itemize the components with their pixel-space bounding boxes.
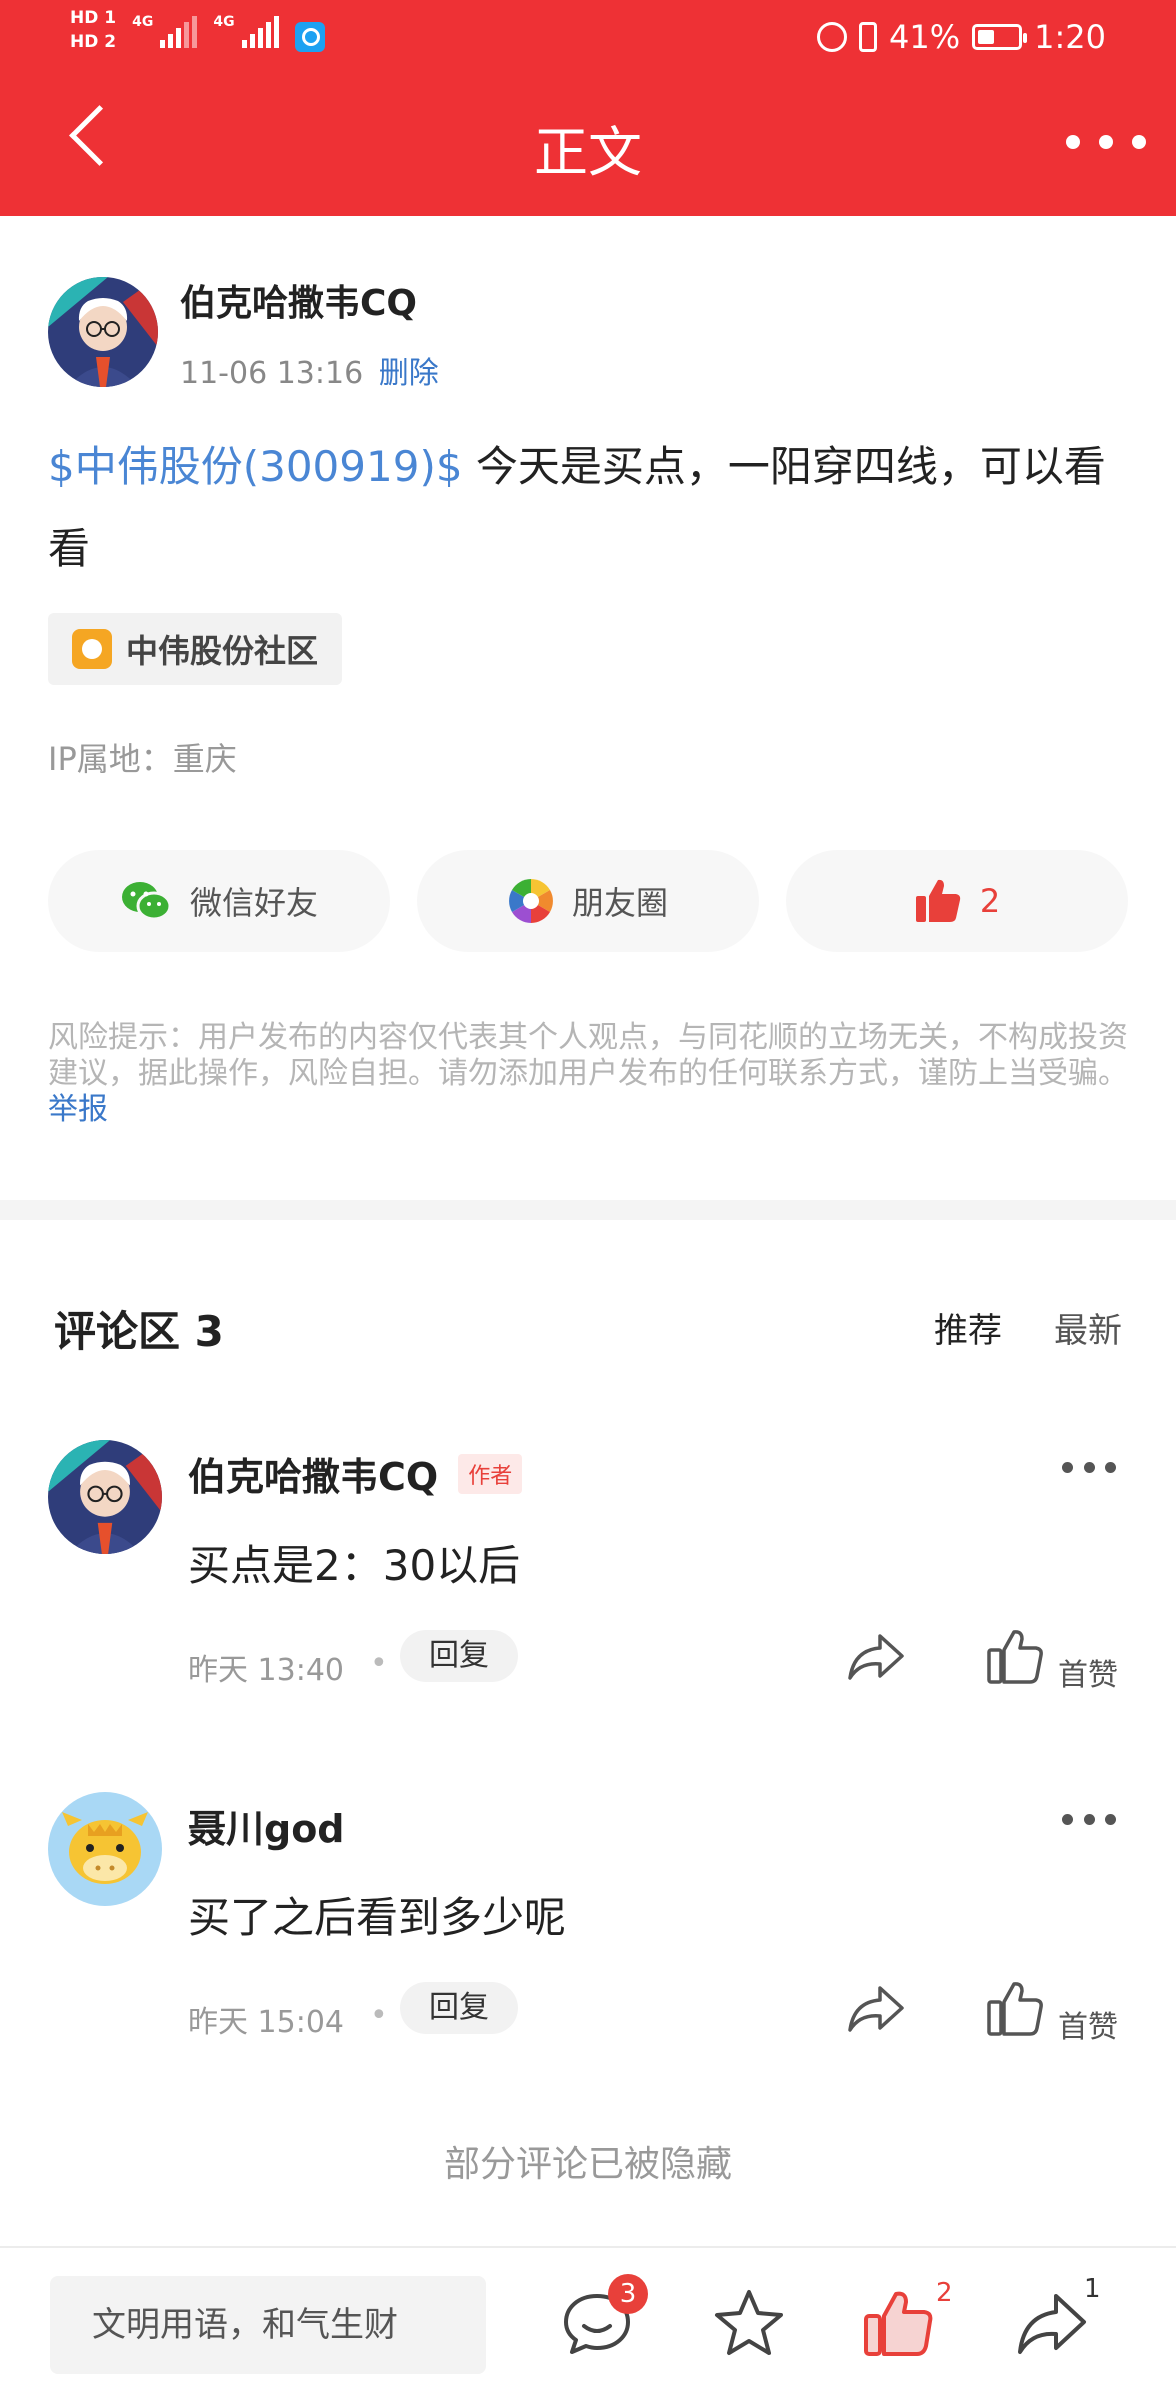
reply-button[interactable]: 回复 [400, 1630, 518, 1682]
comment-like-icon[interactable] [986, 1628, 1044, 1686]
comment-item: 伯克哈撒韦CQ 作者 买点是2：30以后 昨天 13:40 • 回复 首赞 [0, 1440, 1176, 1740]
page-title: 正文 [534, 121, 642, 184]
comment-separator-dot: • [370, 1998, 388, 2033]
comment-share-icon[interactable] [846, 1982, 906, 2036]
share-moments-label: 朋友圈 [571, 884, 668, 922]
post-author-name[interactable]: 伯克哈撒韦CQ [180, 274, 417, 326]
like-thumb-icon[interactable]: 2 [862, 2278, 953, 2360]
comment-like-label[interactable]: 首赞 [1058, 1650, 1118, 1694]
alarm-icon [817, 22, 848, 52]
comment-sort-tabs: 推荐 最新 [934, 1303, 1122, 1352]
search-app-icon [294, 22, 325, 52]
thumbs-up-filled-icon [915, 879, 960, 922]
delete-link[interactable]: 删除 [379, 356, 439, 391]
hd2-label: HD 2 [70, 32, 117, 52]
comment-author-name[interactable]: 聂川god [188, 1798, 345, 1853]
section-divider [0, 1200, 1176, 1220]
signal-1-icon: 4G [132, 14, 198, 48]
share-count: 1 [1084, 2274, 1101, 2304]
ip-location: IP属地：重庆 [48, 740, 237, 778]
status-right: 41% 1:20 [817, 18, 1106, 56]
sort-recommend-tab[interactable]: 推荐 [934, 1303, 1002, 1352]
battery-percent: 41% [889, 18, 961, 56]
community-tag[interactable]: 中伟股份社区 [48, 613, 343, 685]
network-1-label: 4G [132, 14, 154, 30]
comment-like-label[interactable]: 首赞 [1058, 2002, 1118, 2046]
post-like-count: 2 [979, 882, 1001, 920]
share-arrow-icon[interactable]: 1 [1014, 2274, 1101, 2360]
post-like-button[interactable]: 2 [786, 850, 1128, 952]
more-options-icon[interactable] [1066, 120, 1146, 164]
signal-2-icon: 4G [213, 14, 279, 48]
sort-latest-tab[interactable]: 最新 [1054, 1303, 1122, 1352]
comment-input[interactable]: 文明用语，和气生财 [50, 2276, 486, 2374]
stock-tag-link[interactable]: $中伟股份(300919)$ [48, 442, 463, 491]
comment-share-icon[interactable] [846, 1630, 906, 1684]
comment-separator-dot: • [370, 1646, 388, 1681]
clock: 1:20 [1034, 18, 1106, 56]
hd1-label: HD 1 [70, 8, 117, 28]
post-content: $中伟股份(300919)$ 今天是买点，一阳穿四线，可以看看 [48, 426, 1128, 590]
report-link[interactable]: 举报 [48, 1092, 108, 1127]
post-author-avatar[interactable] [48, 277, 158, 387]
risk-text: 风险提示：用户发布的内容仅代表其个人观点，与同花顺的立场无关，不构成投资建议，据… [48, 1020, 1128, 1091]
bottom-action-bar: 文明用语，和气生财 3 2 1 [0, 2246, 1176, 2400]
vibrate-icon [859, 22, 878, 52]
comment-count-badge: 3 [608, 2274, 648, 2314]
status-bar: HD 1 HD 2 4G 4G 41% 1:20 [0, 0, 1176, 72]
reply-button[interactable]: 回复 [400, 1982, 518, 2034]
comment-more-icon[interactable] [1062, 1814, 1116, 1825]
comment-like-icon[interactable] [986, 1980, 1044, 2038]
share-moments-button[interactable]: 朋友圈 [417, 850, 759, 952]
favorite-star-icon[interactable] [712, 2286, 786, 2360]
community-icon [72, 629, 112, 669]
comment-text: 买了之后看到多少呢 [188, 1893, 567, 1942]
moments-icon [508, 879, 553, 923]
network-2-label: 4G [213, 14, 235, 30]
like-count: 2 [936, 2278, 953, 2308]
risk-warning: 风险提示：用户发布的内容仅代表其个人观点，与同花顺的立场无关，不构成投资建议，据… [48, 1020, 1128, 1128]
comment-avatar[interactable] [48, 1792, 162, 1906]
post-meta: 11-06 13:16 删除 [180, 348, 439, 392]
comment-text: 买点是2：30以后 [188, 1541, 521, 1590]
comment-bubble-icon[interactable]: 3 [560, 2274, 648, 2360]
comment-author[interactable]: 伯克哈撒韦CQ 作者 [188, 1446, 523, 1501]
comment-author-name[interactable]: 伯克哈撒韦CQ [188, 1446, 438, 1501]
battery-icon [972, 24, 1028, 50]
comment-item: 聂川god 买了之后看到多少呢 昨天 15:04 • 回复 首赞 [0, 1792, 1176, 2092]
app-header: HD 1 HD 2 4G 4G 41% 1:20 正文 [0, 0, 1176, 216]
post-time: 11-06 13:16 [180, 356, 364, 391]
hd-indicators: HD 1 HD 2 [70, 8, 116, 52]
comments-title: 评论区 3 [54, 1307, 224, 1356]
share-wechat-button[interactable]: 微信好友 [48, 850, 390, 952]
hidden-comments-note[interactable]: 部分评论已被隐藏 [0, 2135, 1176, 2187]
comment-more-icon[interactable] [1062, 1462, 1116, 1473]
comment-avatar[interactable] [48, 1440, 162, 1554]
status-left: HD 1 HD 2 4G 4G [70, 8, 325, 52]
share-wechat-label: 微信好友 [189, 884, 318, 922]
community-label: 中伟股份社区 [126, 632, 319, 670]
battery-fill [978, 30, 995, 44]
comment-author[interactable]: 聂川god [188, 1798, 345, 1853]
comment-time: 昨天 15:04 [188, 2005, 344, 2040]
wechat-icon [121, 882, 172, 921]
comment-time: 昨天 13:40 [188, 1653, 344, 1688]
share-row: 微信好友 朋友圈 2 [48, 850, 1128, 952]
author-badge: 作者 [458, 1453, 523, 1494]
